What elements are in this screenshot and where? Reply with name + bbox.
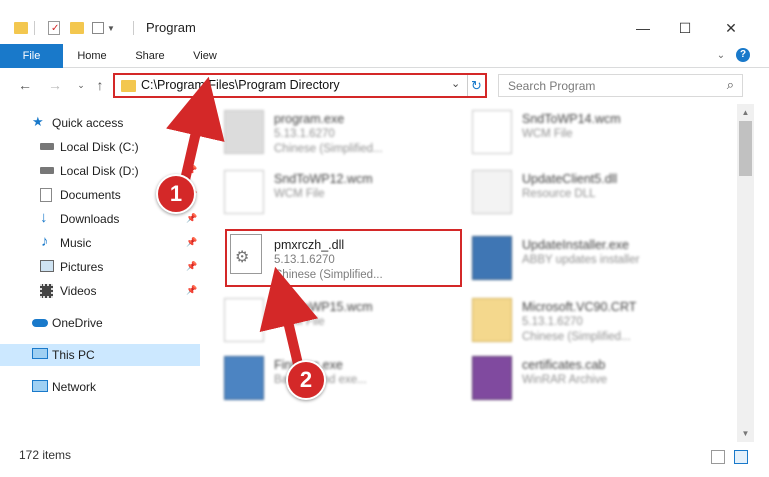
annotation-arrows [166,76,319,369]
callout-step-2: 2 [286,360,326,400]
callout-step-1: 1 [156,174,196,214]
arrow-to-target-file [259,266,319,369]
arrow-to-address-bar [166,76,225,185]
